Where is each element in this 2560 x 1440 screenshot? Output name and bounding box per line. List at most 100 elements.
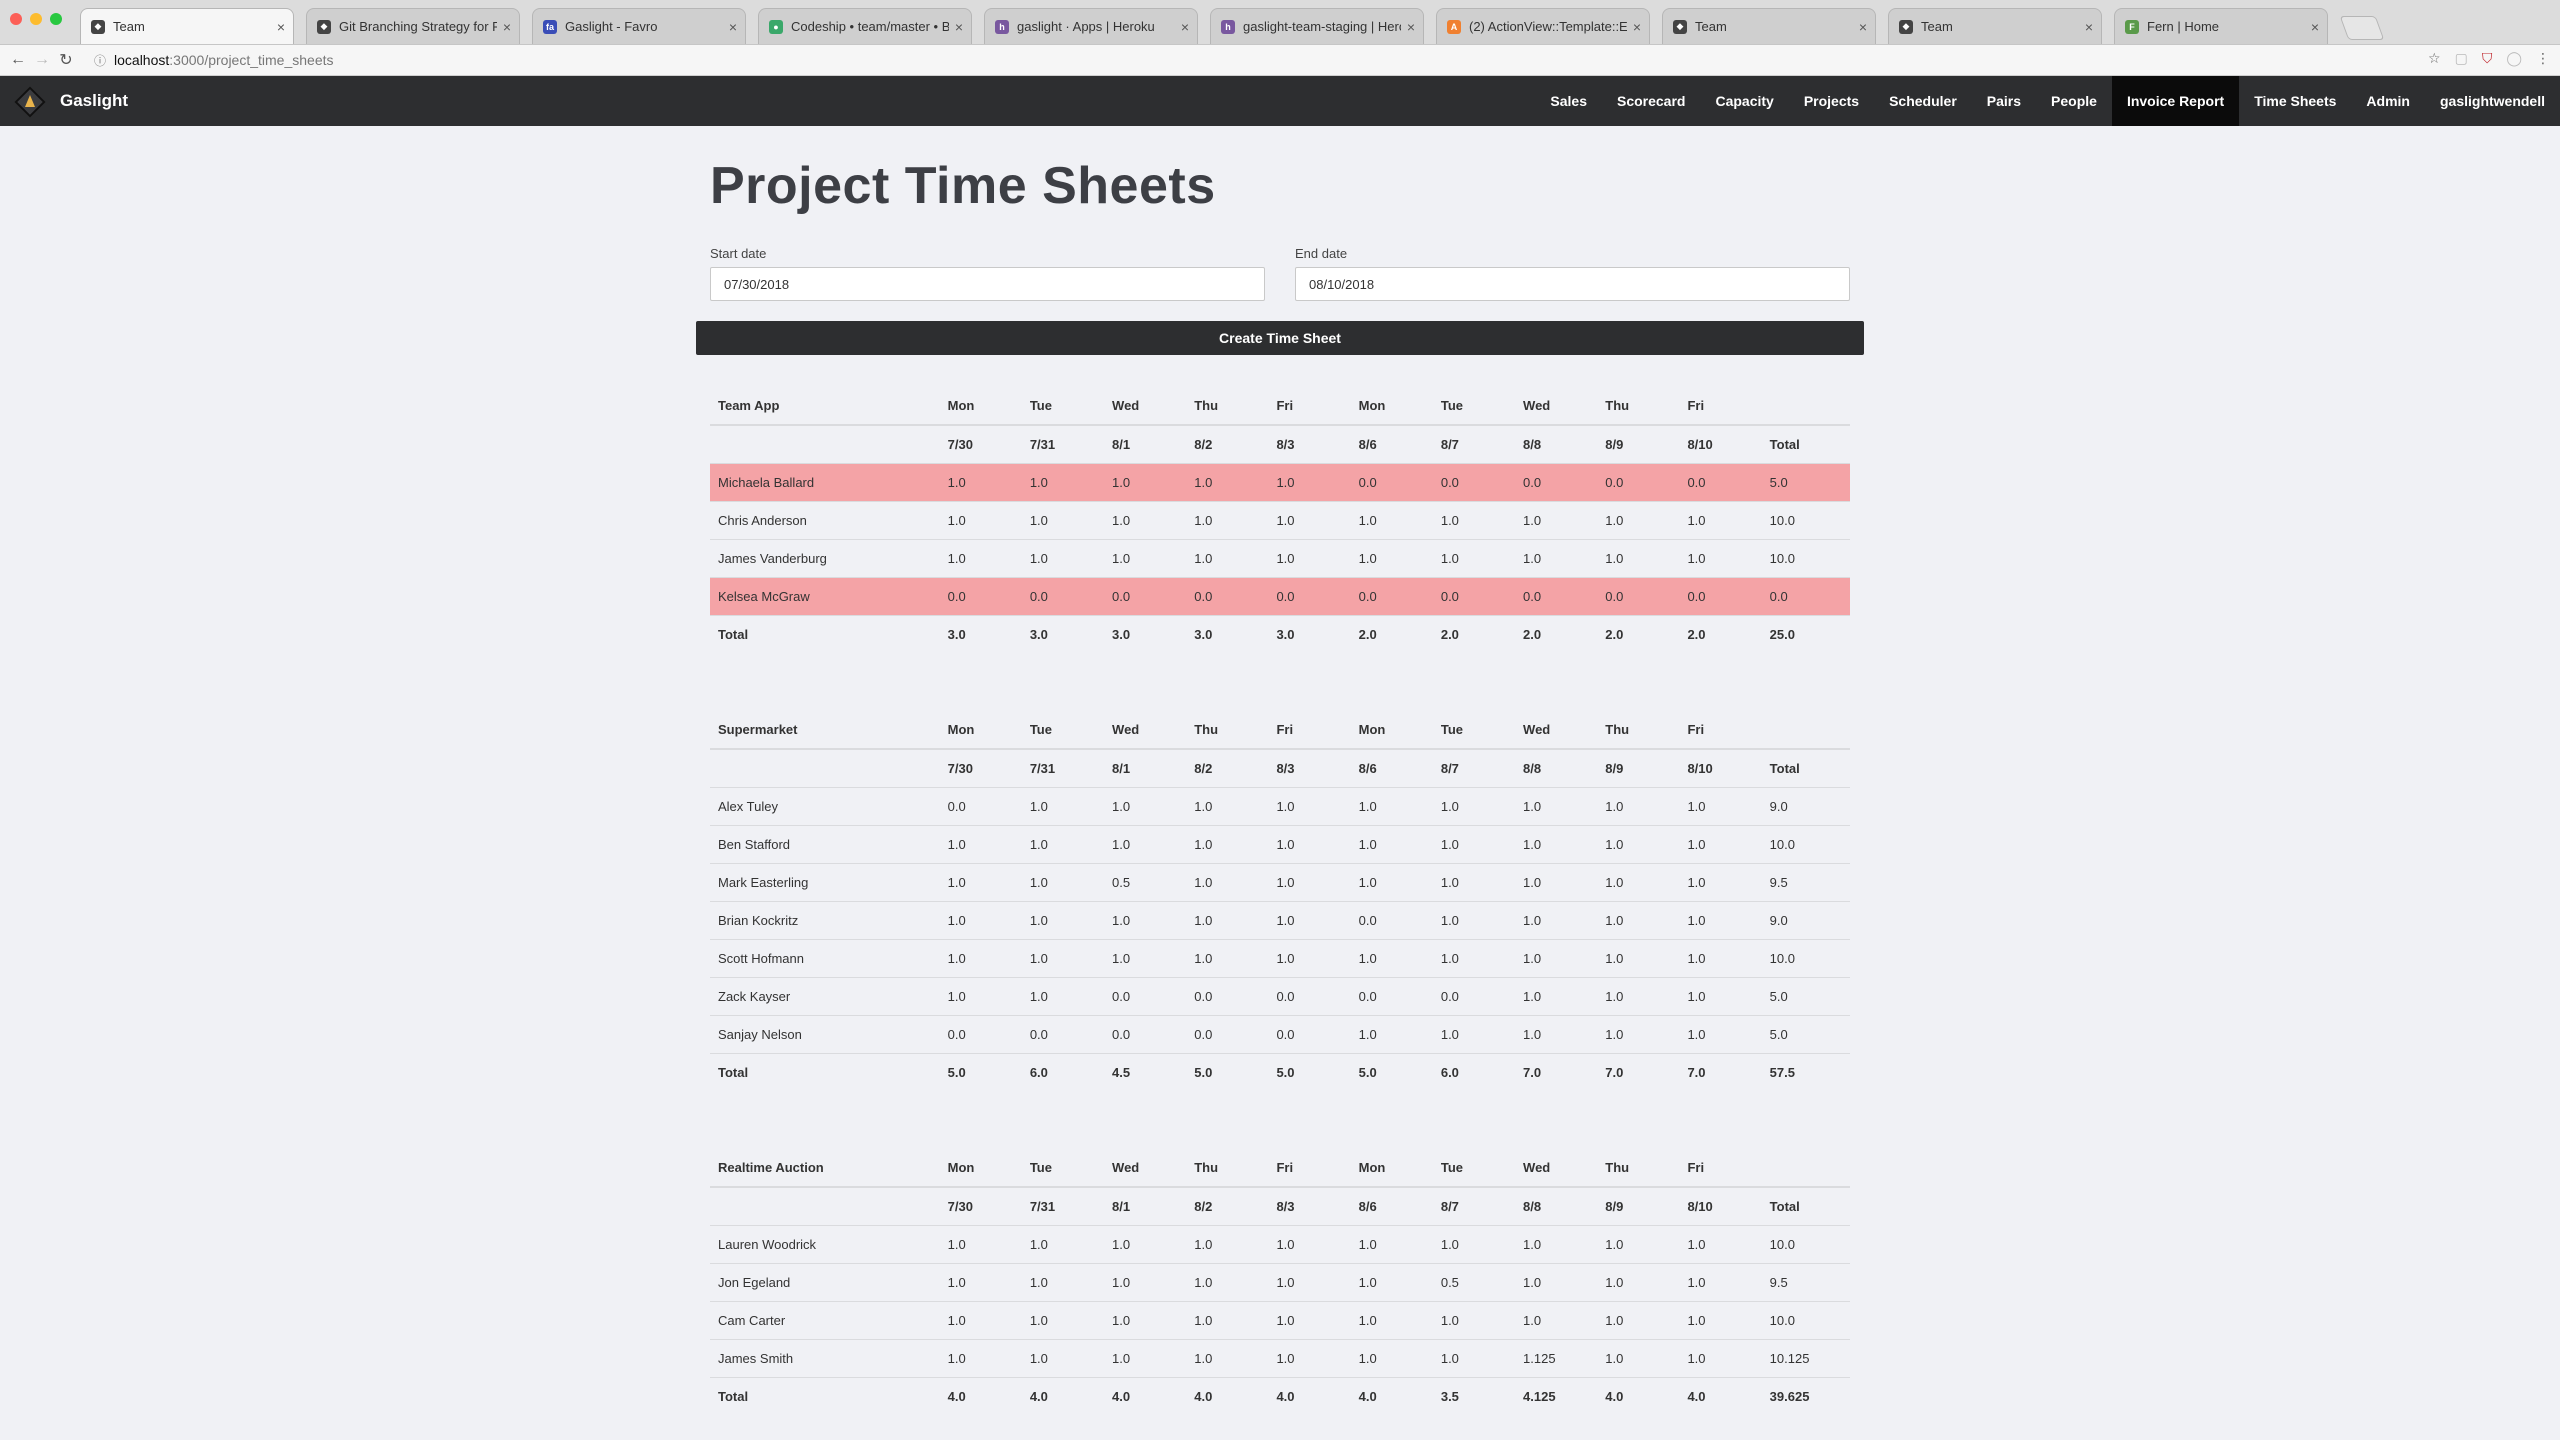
- nav-link-people[interactable]: People: [2036, 76, 2112, 126]
- day-value: 1.0: [1029, 787, 1113, 826]
- day-value: 1.0: [1276, 1263, 1359, 1302]
- day-header: Thu: [1194, 1149, 1277, 1188]
- day-value: 1.0: [947, 463, 1030, 502]
- browser-tab[interactable]: ◆ Team ×: [1662, 8, 1876, 44]
- tab-close-icon[interactable]: ×: [503, 19, 511, 35]
- maximize-window-button[interactable]: [50, 13, 62, 25]
- name-header-spacer: [710, 749, 948, 788]
- browser-tab[interactable]: F Fern | Home ×: [2114, 8, 2328, 44]
- date-header: 8/3: [1276, 749, 1359, 788]
- nav-link-gaslightwendell[interactable]: gaslightwendell: [2425, 76, 2560, 126]
- grand-total: 57.5: [1769, 1065, 1795, 1080]
- tab-close-icon[interactable]: ×: [1181, 19, 1189, 35]
- grand-total: 25.0: [1769, 627, 1795, 642]
- day-value: 1.0: [1029, 539, 1113, 578]
- close-window-button[interactable]: [10, 13, 22, 25]
- table-row: James Vanderburg 1.0 1.0 1.0 1.0 1.0 1.0 1.0 1.0…: [710, 539, 1850, 578]
- day-header: Thu: [1194, 711, 1277, 750]
- bookmark-star-icon[interactable]: ☆: [2428, 50, 2441, 67]
- tab-title: Git Branching Strategy for Fer: [339, 19, 497, 34]
- brand[interactable]: Gaslight: [16, 88, 128, 114]
- nav-link-sales[interactable]: Sales: [1535, 76, 1602, 126]
- end-date-input[interactable]: [1295, 267, 1850, 301]
- nav-link-admin[interactable]: Admin: [2351, 76, 2425, 126]
- day-value: 1.0: [947, 501, 1030, 540]
- page-title: Project Time Sheets: [710, 157, 1216, 215]
- tab-close-icon[interactable]: ×: [1859, 19, 1867, 35]
- browser-tab[interactable]: ◆ Team ×: [1888, 8, 2102, 44]
- day-value: 1.0: [1194, 1301, 1277, 1340]
- day-value: 1.0: [1112, 1263, 1195, 1302]
- reload-icon[interactable]: ↻: [54, 50, 78, 70]
- back-icon[interactable]: ←: [6, 51, 30, 69]
- tab-close-icon[interactable]: ×: [1633, 19, 1641, 35]
- nav-link-pairs[interactable]: Pairs: [1972, 76, 2036, 126]
- day-value: 1.0: [1605, 863, 1688, 902]
- day-header: Tue: [1440, 387, 1524, 426]
- person-name: Mark Easterling: [710, 863, 948, 902]
- day-value: 0.0: [947, 577, 1030, 616]
- day-value: 1.0: [1687, 1015, 1770, 1054]
- info-icon[interactable]: ⓘ: [94, 52, 106, 69]
- time-sheet-footer: Total 3.0 3.0 3.0 3.0 3.0 2.0 2.0 2.0 2.0 2.0 25.0: [710, 616, 1850, 654]
- project-name: Realtime Auction: [710, 1149, 948, 1188]
- date-header: 7/30: [947, 1187, 1030, 1226]
- day-value: 1.0: [1440, 1339, 1524, 1378]
- menu-icon[interactable]: ⋮: [2536, 50, 2550, 67]
- day-total: 3.0: [1276, 627, 1295, 642]
- tab-close-icon[interactable]: ×: [2085, 19, 2093, 35]
- browser-tab[interactable]: A (2) ActionView::Template::Erro ×: [1436, 8, 1650, 44]
- table-row: Lauren Woodrick 1.0 1.0 1.0 1.0 1.0 1.0 1.0 1.0 1…: [710, 1225, 1850, 1264]
- person-name: James Smith: [710, 1339, 948, 1378]
- row-total: 5.0: [1769, 977, 1850, 1016]
- browser-tab[interactable]: ◆ Team ×: [80, 8, 294, 44]
- day-value: 1.0: [1194, 463, 1277, 502]
- day-total: 3.0: [1029, 627, 1048, 642]
- browser-tab[interactable]: h gaslight-team-staging | Heroku ×: [1210, 8, 1424, 44]
- day-value: 1.125: [1523, 1339, 1606, 1378]
- day-total: 7.0: [1687, 1065, 1706, 1080]
- tab-title: Gaslight - Favro: [565, 19, 658, 34]
- tab-favicon-icon: ◆: [317, 19, 331, 34]
- tab-close-icon[interactable]: ×: [1407, 19, 1415, 35]
- nav-link-scheduler[interactable]: Scheduler: [1874, 76, 1972, 126]
- nav-link-time-sheets[interactable]: Time Sheets: [2239, 76, 2351, 126]
- browser-tab[interactable]: fa Gaslight - Favro ×: [532, 8, 746, 44]
- total-header: Total: [1769, 1187, 1850, 1226]
- tab-close-icon[interactable]: ×: [729, 19, 737, 35]
- date-header: 8/6: [1358, 1187, 1441, 1226]
- nav-link-scorecard[interactable]: Scorecard: [1602, 76, 1700, 126]
- shield-extension-icon[interactable]: ⛉: [2482, 50, 2493, 67]
- browser-tab[interactable]: ● Codeship • team/master • Bui ×: [758, 8, 972, 44]
- header-date-row: 7/30 7/31 8/1 8/2 8/3 8/6 8/7 8/8 8/9 8/10 Total: [710, 425, 1850, 464]
- date-header: 7/30: [947, 749, 1030, 788]
- new-tab-button[interactable]: [2339, 16, 2385, 40]
- date-header: 8/6: [1358, 425, 1441, 464]
- table-row: Chris Anderson 1.0 1.0 1.0 1.0 1.0 1.0 1.0 1.0 1.…: [710, 501, 1850, 540]
- day-value: 1.0: [1194, 1225, 1277, 1264]
- project-name: Team App: [710, 387, 948, 426]
- start-date-input[interactable]: [710, 267, 1265, 301]
- browser-tab[interactable]: h gaslight · Apps | Heroku ×: [984, 8, 1198, 44]
- header-date-row: 7/30 7/31 8/1 8/2 8/3 8/6 8/7 8/8 8/9 8/10 Total: [710, 1187, 1850, 1226]
- nav-link-projects[interactable]: Projects: [1789, 76, 1874, 126]
- person-name: Brian Kockritz: [710, 901, 948, 940]
- tab-close-icon[interactable]: ×: [955, 19, 963, 35]
- tab-close-icon[interactable]: ×: [2311, 19, 2319, 35]
- nav-link-capacity[interactable]: Capacity: [1700, 76, 1788, 126]
- tab-close-icon[interactable]: ×: [277, 19, 285, 35]
- row-total: 5.0: [1769, 1015, 1850, 1054]
- create-time-sheet-button[interactable]: Create Time Sheet: [696, 321, 1864, 355]
- browser-tab[interactable]: ◆ Git Branching Strategy for Fer ×: [306, 8, 520, 44]
- url-field[interactable]: ⓘ localhost:3000/project_time_sheets: [94, 49, 2440, 71]
- day-value: 1.0: [1687, 787, 1770, 826]
- forward-icon[interactable]: →: [30, 51, 54, 69]
- profile-icon[interactable]: ◯: [2506, 50, 2522, 67]
- nav-link-invoice-report[interactable]: Invoice Report: [2111, 76, 2240, 126]
- date-header: 8/2: [1194, 749, 1277, 788]
- extension-icon[interactable]: ▢: [2455, 50, 2468, 67]
- day-header: Fri: [1276, 711, 1359, 750]
- day-value: 1.0: [1358, 1015, 1441, 1054]
- day-value: 0.0: [1029, 1015, 1113, 1054]
- minimize-window-button[interactable]: [30, 13, 42, 25]
